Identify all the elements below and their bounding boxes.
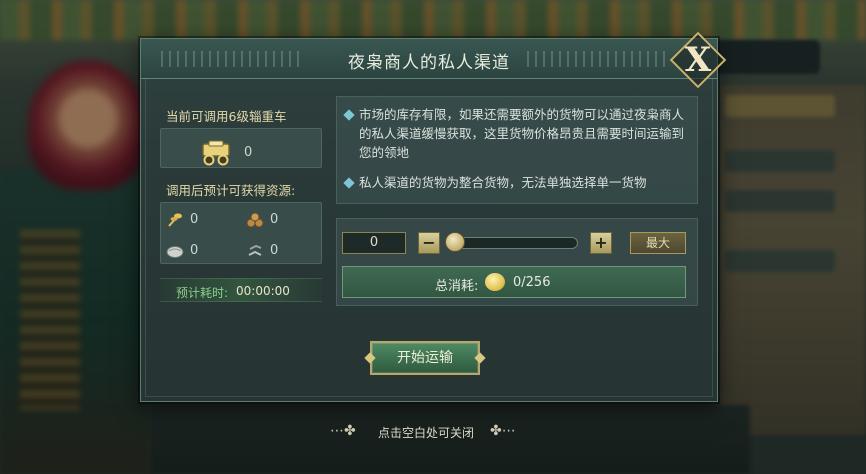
- cart-count-box: [160, 128, 322, 168]
- close-hint: ⋯✤ 点击空白处可关闭 ✤⋯: [330, 422, 540, 442]
- resource-value: 0: [270, 212, 279, 227]
- quantity-slider[interactable]: [446, 237, 578, 249]
- resource-value: 0: [190, 212, 199, 227]
- quantity-input[interactable]: 0: [342, 232, 406, 254]
- increase-button[interactable]: +: [590, 232, 612, 254]
- total-cost-bar: 总消耗: 0/256: [342, 266, 686, 298]
- ornament-left-icon: ⋯✤: [330, 423, 356, 439]
- wheat-icon: [168, 213, 182, 227]
- info-panel: 市场的库存有限，如果还需要额外的货物可以通过夜枭商人的私人渠道缓慢获取，这里货物…: [336, 96, 698, 204]
- dialog-title-bar: 夜枭商人的私人渠道: [141, 39, 717, 79]
- max-button[interactable]: 最大: [630, 232, 686, 254]
- cart-icon: [202, 140, 230, 166]
- estimated-time-value: 00:00:00: [236, 284, 290, 298]
- estimated-time-label: 预计耗时:: [176, 286, 229, 300]
- bullet-icon: [343, 109, 355, 121]
- iron-icon: [248, 244, 262, 256]
- close-hint-text: 点击空白处可关闭: [378, 426, 475, 440]
- info-text-1: 市场的库存有限，如果还需要额外的货物可以通过夜枭商人的私人渠道缓慢获取，这里货物…: [359, 107, 685, 160]
- total-cost-value: 0/256: [513, 275, 551, 290]
- cart-count: 0: [244, 145, 253, 160]
- ornament-right-icon: ✤⋯: [490, 423, 516, 439]
- resource-value: 0: [190, 243, 199, 258]
- coin-icon: [485, 273, 505, 291]
- close-icon: X: [684, 40, 712, 80]
- estimated-time-bar: 预计耗时: 00:00:00: [160, 278, 322, 302]
- info-text-2: 私人渠道的货物为整合货物，无法单独选择单一货物: [359, 175, 647, 190]
- expected-resources-label: 调用后预计可获得资源:: [166, 183, 296, 198]
- wood-logs-icon: [246, 212, 264, 228]
- total-cost-label: 总消耗:: [435, 279, 479, 294]
- bullet-icon: [343, 177, 355, 189]
- close-button[interactable]: X: [669, 31, 727, 89]
- available-carts-label: 当前可调用6级辎重车: [166, 109, 287, 124]
- dialog-title: 夜枭商人的私人渠道: [348, 53, 510, 73]
- stone-icon: [166, 246, 184, 258]
- resources-box: [160, 202, 322, 264]
- decrease-button[interactable]: −: [418, 232, 440, 254]
- resource-value: 0: [270, 243, 279, 258]
- slider-handle[interactable]: [445, 232, 465, 252]
- start-transport-button[interactable]: 开始运输: [370, 341, 480, 375]
